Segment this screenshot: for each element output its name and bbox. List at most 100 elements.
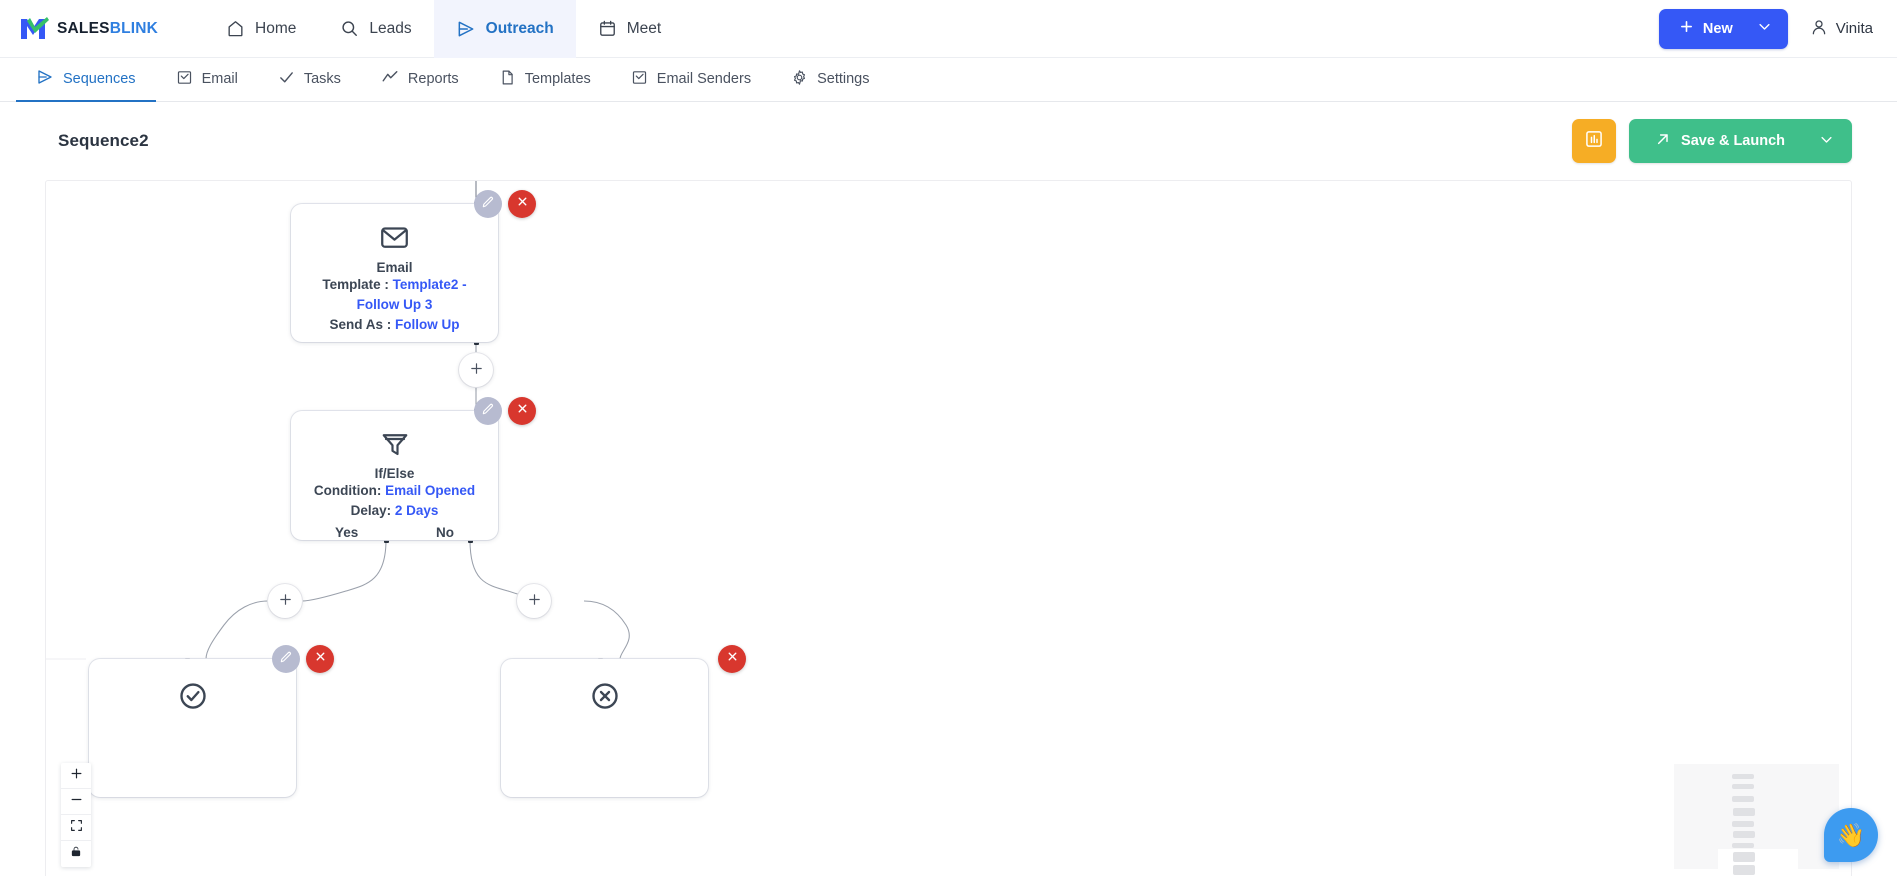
- plus-icon: [527, 592, 542, 611]
- page-title: Sequence2: [58, 131, 149, 150]
- tab-label-tasks: Tasks: [303, 71, 341, 87]
- save-and-launch-button[interactable]: Save & Launch: [1629, 119, 1852, 163]
- edit-node-button[interactable]: [474, 190, 502, 218]
- save-and-launch-main[interactable]: Save & Launch: [1629, 131, 1807, 151]
- add-step-button-after-email[interactable]: [459, 353, 493, 387]
- new-button-main[interactable]: New: [1659, 19, 1751, 38]
- tab-email-senders[interactable]: Email Senders: [611, 58, 771, 102]
- node-actions-email: [474, 190, 536, 218]
- flow-node-success[interactable]: [89, 645, 334, 797]
- node-actions-if-else: [474, 397, 536, 425]
- user-menu[interactable]: Vinita: [1810, 18, 1881, 40]
- new-button-label: New: [1702, 20, 1733, 37]
- tab-email[interactable]: Email: [156, 58, 258, 102]
- check-icon: [278, 69, 295, 90]
- tab-sequences[interactable]: Sequences: [16, 58, 156, 102]
- flow-node-if-else[interactable]: If/Else Condition: Email Opened Delay: 2…: [291, 397, 536, 540]
- tab-label-templates: Templates: [524, 71, 591, 87]
- add-step-button-no-branch[interactable]: [517, 584, 551, 618]
- save-and-launch-label: Save & Launch: [1681, 133, 1785, 149]
- arrow-up-right-icon: [1655, 131, 1671, 151]
- plus-icon: [278, 592, 293, 611]
- node-field-send-as-label: Send As :: [329, 317, 395, 332]
- add-step-button-yes-branch[interactable]: [268, 584, 302, 618]
- flow-node-failure[interactable]: [501, 645, 746, 797]
- minimap-viewport[interactable]: [1718, 849, 1798, 876]
- help-chat-button[interactable]: 👋: [1824, 808, 1878, 862]
- new-button[interactable]: New: [1658, 8, 1788, 49]
- nav-item-outreach[interactable]: Outreach: [433, 0, 576, 58]
- delete-node-button[interactable]: [508, 190, 536, 218]
- node-field-template-label: Template :: [322, 277, 393, 292]
- gear-icon: [791, 69, 808, 90]
- edit-node-button[interactable]: [272, 645, 300, 673]
- minimap-node: [1733, 831, 1755, 838]
- nav-item-home[interactable]: Home: [204, 0, 318, 58]
- sequence-flow-canvas[interactable]: Email Template : Template2 - Follow Up 3…: [45, 180, 1852, 876]
- node-field-delay-value[interactable]: 2 Days: [395, 503, 439, 518]
- zoom-in-button[interactable]: [61, 763, 91, 789]
- close-icon: [516, 195, 529, 213]
- flow-node-email[interactable]: Email Template : Template2 - Follow Up 3…: [291, 190, 536, 342]
- page-header: Sequence2 Save & Launch: [0, 102, 1897, 180]
- plus-icon: [70, 767, 83, 785]
- home-icon: [226, 19, 245, 38]
- delete-node-button[interactable]: [718, 645, 746, 673]
- page-header-actions: Save & Launch: [1572, 119, 1852, 163]
- tab-label-settings: Settings: [817, 71, 870, 87]
- zoom-out-button[interactable]: [61, 789, 91, 815]
- node-field-condition-label: Condition:: [313, 483, 386, 498]
- delete-node-button[interactable]: [508, 397, 536, 425]
- node-field-template: Template : Template2 - Follow Up 3: [291, 275, 498, 315]
- tab-label-email: Email: [201, 71, 238, 87]
- analytics-button[interactable]: [1572, 119, 1617, 163]
- chevron-down-icon: [1819, 132, 1834, 151]
- salesblink-logo-icon: [20, 16, 50, 42]
- branch-label-no: No: [436, 525, 454, 540]
- pencil-icon: [481, 195, 495, 214]
- nav-label-outreach: Outreach: [485, 19, 554, 37]
- minimap-node: [1733, 865, 1755, 875]
- node-branch-labels: Yes No: [291, 521, 498, 540]
- tab-reports[interactable]: Reports: [361, 58, 479, 102]
- tab-label-email-senders: Email Senders: [656, 71, 752, 87]
- fit-view-button[interactable]: [61, 815, 91, 841]
- x-circle-icon: [501, 681, 708, 711]
- minus-icon: [70, 793, 83, 811]
- mail-check-icon: [631, 69, 648, 90]
- node-field-send-as: Send As : Follow Up: [291, 315, 498, 335]
- new-button-caret[interactable]: [1751, 19, 1788, 38]
- top-bar: SALESBLINK Home Leads Outreach Meet New …: [0, 0, 1897, 58]
- tab-templates[interactable]: Templates: [479, 58, 611, 102]
- send-icon: [456, 19, 476, 39]
- lock-button[interactable]: [61, 841, 91, 867]
- close-icon: [314, 650, 327, 668]
- node-field-condition: Condition: Email Opened: [291, 481, 498, 501]
- user-icon: [1810, 18, 1828, 40]
- minimap[interactable]: [1674, 764, 1839, 876]
- nav-label-home: Home: [255, 19, 297, 37]
- nav-item-meet[interactable]: Meet: [576, 0, 683, 58]
- pencil-icon: [481, 402, 495, 421]
- brand-text-sales: SALES: [57, 19, 110, 37]
- search-icon: [340, 19, 359, 38]
- tab-settings[interactable]: Settings: [771, 58, 889, 102]
- minimap-node: [1732, 774, 1754, 779]
- brand-logo[interactable]: SALESBLINK: [20, 16, 158, 42]
- tab-tasks[interactable]: Tasks: [258, 58, 361, 102]
- nav-item-leads[interactable]: Leads: [318, 0, 433, 58]
- trend-icon: [381, 68, 399, 90]
- pencil-icon: [279, 650, 293, 669]
- minimap-node: [1732, 843, 1754, 848]
- node-title-email: Email: [376, 260, 413, 275]
- flow-viewport[interactable]: Email Template : Template2 - Follow Up 3…: [46, 181, 1851, 876]
- minimap-node: [1732, 796, 1754, 802]
- flow-controls: [61, 763, 91, 867]
- save-and-launch-caret[interactable]: [1807, 132, 1852, 151]
- funnel-icon: [291, 429, 498, 459]
- edit-node-button[interactable]: [474, 397, 502, 425]
- node-field-condition-value[interactable]: Email Opened: [385, 483, 475, 498]
- node-field-send-as-value[interactable]: Follow Up: [395, 317, 460, 332]
- node-field-delay: Delay: 2 Days: [291, 501, 498, 521]
- delete-node-button[interactable]: [306, 645, 334, 673]
